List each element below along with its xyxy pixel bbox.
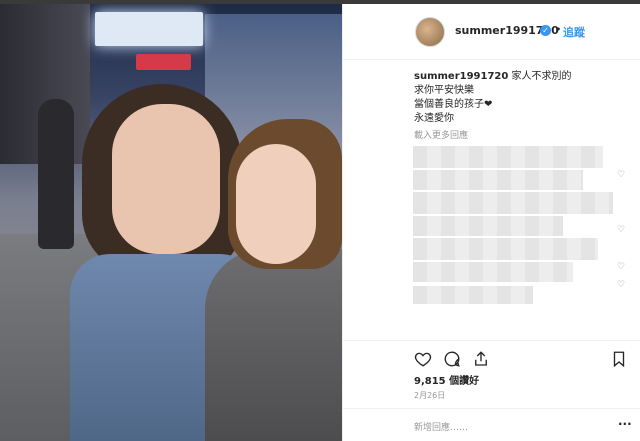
- blurred-comment-2: [413, 170, 583, 190]
- post-photo[interactable]: [0, 4, 342, 441]
- photo-woman-face: [236, 144, 316, 264]
- caption-line-3: 當個善良的孩子❤: [414, 99, 493, 110]
- blurred-comment-5: [413, 238, 598, 260]
- load-more-comments-link[interactable]: 載入更多回應: [414, 128, 468, 141]
- verified-badge-icon: ✓: [540, 25, 551, 36]
- photo-pedestrian: [38, 99, 74, 249]
- comment-like-heart-icon[interactable]: ♡: [617, 280, 627, 290]
- follow-button[interactable]: 追蹤: [563, 24, 585, 40]
- blurred-comment-6: [413, 262, 573, 282]
- comment-icon[interactable]: [443, 350, 461, 368]
- post-actions-bar: [343, 340, 640, 376]
- photo-neon-sign: [136, 54, 191, 70]
- comment-like-heart-icon[interactable]: ♡: [617, 262, 627, 272]
- more-options-icon[interactable]: ···: [618, 417, 632, 431]
- photo-woman-coat: [205, 249, 342, 441]
- photo-lit-sign: [95, 12, 203, 46]
- caption-line-1: 家人不求別的: [511, 71, 572, 82]
- post-header: summer1991720 ✓ • 追蹤: [343, 4, 640, 60]
- add-comment-input[interactable]: 新增回應……: [414, 420, 468, 433]
- caption-line-2: 求你平安快樂: [414, 85, 474, 96]
- caption-username[interactable]: summer1991720: [414, 71, 508, 82]
- share-icon[interactable]: [472, 350, 490, 368]
- post-date[interactable]: 2月26日: [414, 390, 445, 401]
- comment-like-heart-icon[interactable]: ♡: [617, 225, 627, 235]
- header-separator: •: [555, 23, 562, 36]
- comment-like-heart-icon[interactable]: ♡: [617, 170, 627, 180]
- blurred-comment-3: [413, 192, 613, 214]
- blurred-comment-7: [413, 286, 533, 304]
- caption-line-4: 永遠愛你: [414, 113, 454, 124]
- bookmark-icon[interactable]: [610, 350, 628, 368]
- heart-icon[interactable]: [414, 350, 432, 368]
- add-comment-bar: 新增回應…… ···: [343, 408, 640, 441]
- avatar[interactable]: [415, 17, 445, 47]
- post-side-panel: summer1991720 ✓ • 追蹤 summer1991720 家人不求別…: [342, 4, 640, 441]
- blurred-comment-4: [413, 216, 563, 236]
- post-caption: summer1991720 家人不求別的 求你平安快樂 當個善良的孩子❤ 永遠愛…: [414, 70, 629, 126]
- likes-count[interactable]: 9,815 個讚好: [414, 372, 479, 387]
- photo-man-face: [112, 104, 220, 254]
- blurred-comment-1: [413, 146, 603, 168]
